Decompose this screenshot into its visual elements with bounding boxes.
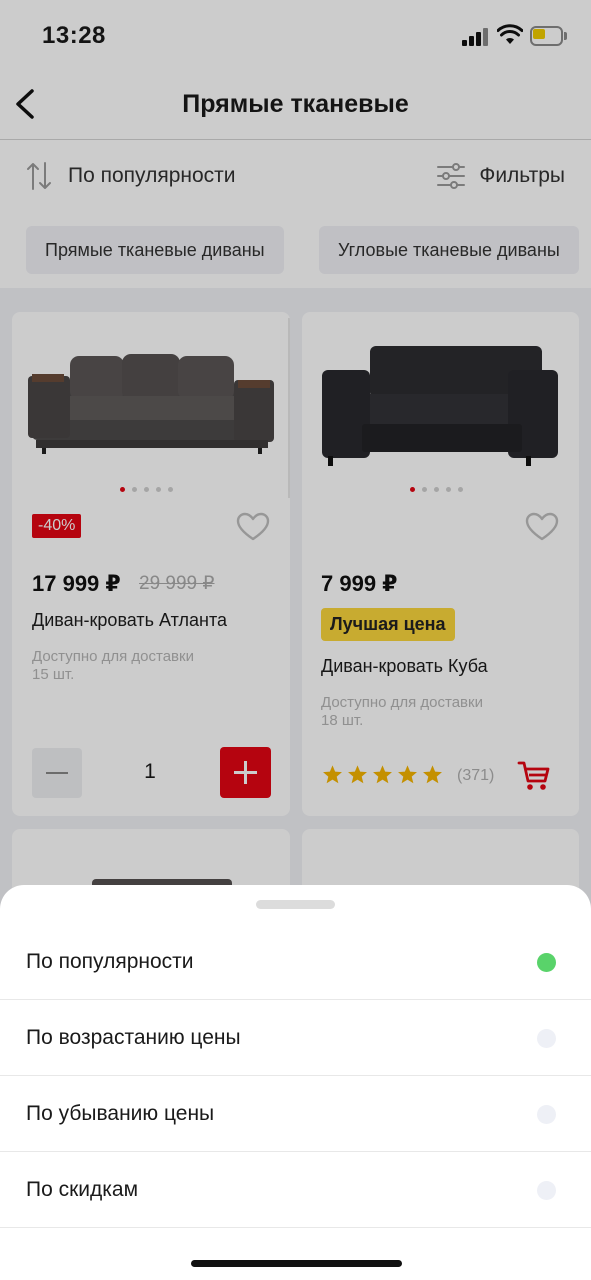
sort-option-label: По убыванию цены [26, 1102, 215, 1125]
radio-button[interactable] [537, 953, 556, 972]
sort-option-label: По скидкам [26, 1178, 139, 1201]
radio-button[interactable] [537, 1105, 556, 1124]
sort-option-label: По возрастанию цены [26, 1026, 241, 1049]
sort-option-discounts[interactable]: По скидкам [0, 1152, 591, 1228]
radio-button[interactable] [537, 1181, 556, 1200]
screen: 13:28 Прямые тканевые По популярности Фи… [0, 0, 591, 1280]
sheet-grabber[interactable] [256, 900, 335, 909]
sort-option-price-asc[interactable]: По возрастанию цены [0, 1000, 591, 1076]
sort-bottom-sheet: По популярности По возрастанию цены По у… [0, 885, 591, 1280]
sort-option-popularity[interactable]: По популярности [0, 924, 591, 1000]
sort-option-label: По популярности [26, 950, 194, 973]
home-indicator [191, 1260, 402, 1267]
radio-button[interactable] [537, 1029, 556, 1048]
sort-option-price-desc[interactable]: По убыванию цены [0, 1076, 591, 1152]
